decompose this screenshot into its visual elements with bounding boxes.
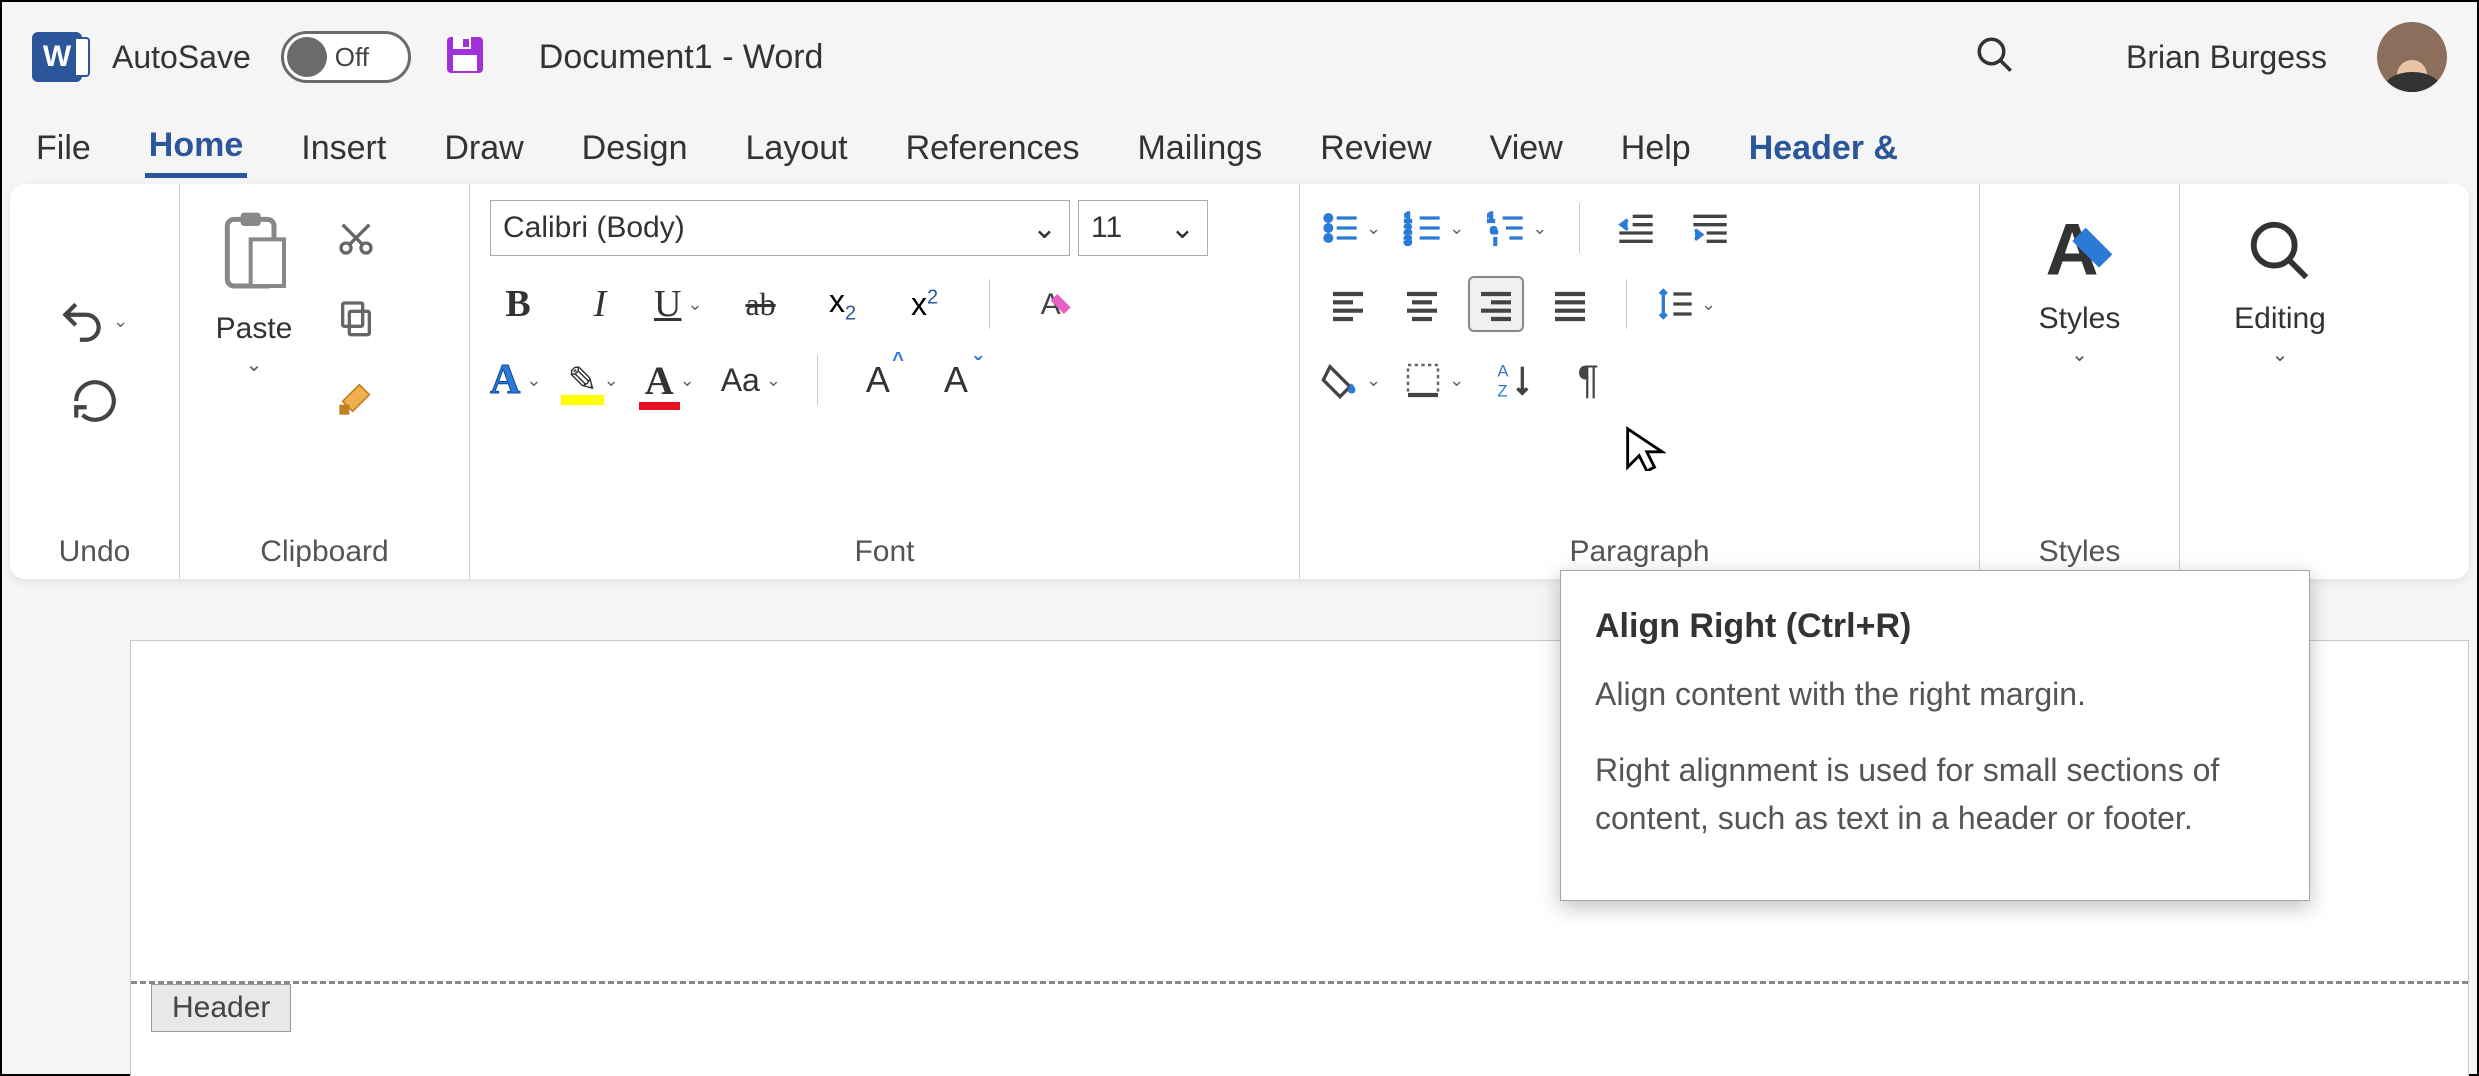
mouse-cursor-icon [1620,425,1666,476]
tab-layout[interactable]: Layout [742,121,852,176]
format-painter-button[interactable] [328,370,384,426]
tooltip-line1: Align content with the right margin. [1595,670,2275,718]
subscript-button[interactable]: x2 [815,276,871,332]
font-name-value: Calibri (Body) [503,211,685,245]
italic-button[interactable]: I [572,276,628,332]
cut-button[interactable] [328,210,384,266]
copy-button[interactable] [328,290,384,346]
strikethrough-button[interactable]: ab [733,276,789,332]
group-undo-label: Undo [30,527,159,569]
paste-button[interactable]: Paste ⌄ [200,200,308,383]
app-icon-letter: W [43,40,71,74]
user-name[interactable]: Brian Burgess [2126,39,2327,76]
font-size-combo[interactable]: 11⌄ [1078,200,1208,256]
header-section-tab: Header [151,984,291,1032]
tab-insert[interactable]: Insert [297,121,390,176]
tab-help[interactable]: Help [1617,121,1695,176]
group-editing-spacer [2200,527,2360,569]
svg-text:1: 1 [1488,211,1494,224]
tooltip-title: Align Right (Ctrl+R) [1595,601,2275,652]
svg-text:A: A [1498,362,1510,381]
text-effects-button[interactable]: A⌄ [490,356,545,404]
group-clipboard: Paste ⌄ Clipboard [180,184,470,579]
group-font: Calibri (Body)⌄ 11⌄ B I U⌄ ab x2 x2 A A⌄… [470,184,1300,579]
editing-button[interactable]: Editing ⌄ [2220,200,2340,373]
svg-text:i: i [1495,237,1497,247]
styles-button[interactable]: A Styles ⌄ [2025,200,2135,373]
tab-header-footer[interactable]: Header & [1745,121,1902,176]
tab-review[interactable]: Review [1316,121,1435,176]
autosave-toggle[interactable]: Off [281,31,411,83]
tooltip: Align Right (Ctrl+R) Align content with … [1560,570,2310,901]
tab-view[interactable]: View [1486,121,1567,176]
superscript-button[interactable]: x2 [897,276,953,332]
group-editing: Editing ⌄ [2180,184,2380,579]
tab-mailings[interactable]: Mailings [1133,121,1266,176]
group-styles-label: Styles [2000,527,2159,569]
multilevel-list-button[interactable]: 1ai⌄ [1486,208,1551,248]
group-styles: A Styles ⌄ Styles [1980,184,2180,579]
title-bar: W AutoSave Off Document1 - Word Brian Bu… [2,2,2477,112]
font-color-button[interactable]: A⌄ [645,357,699,404]
tooltip-line2: Right alignment is used for small sectio… [1595,746,2275,842]
autosave-label: AutoSave [112,39,251,76]
tab-draw[interactable]: Draw [440,121,527,176]
increase-indent-button[interactable] [1682,200,1738,256]
underline-button[interactable]: U⌄ [654,282,707,326]
user-avatar[interactable] [2377,22,2447,92]
undo-button[interactable]: ⌄ [57,296,132,346]
numbering-button[interactable]: 123⌄ [1403,208,1468,248]
decrease-indent-button[interactable] [1608,200,1664,256]
group-font-label: Font [490,527,1279,569]
change-case-button[interactable]: Aa⌄ [721,362,785,399]
header-boundary: Header [131,981,2468,984]
paste-label: Paste [216,312,293,346]
group-clipboard-label: Clipboard [200,527,449,569]
sort-button[interactable]: AZ [1486,352,1542,408]
search-button[interactable] [1974,34,2016,81]
app-icon: W [32,32,82,82]
document-title: Document1 - Word [539,38,824,77]
show-hide-button[interactable]: ¶ [1560,352,1616,408]
borders-button[interactable]: ⌄ [1403,360,1468,400]
tab-references[interactable]: References [902,121,1084,176]
ribbon-tabs: File Home Insert Draw Design Layout Refe… [2,112,2477,184]
svg-text:Z: Z [1498,382,1508,400]
svg-text:3: 3 [1405,235,1411,248]
font-size-value: 11 [1091,211,1122,245]
toggle-knob [287,37,327,77]
shading-button[interactable]: ⌄ [1320,360,1385,400]
autosave-state: Off [335,42,369,73]
bullets-button[interactable]: ⌄ [1320,208,1385,248]
align-center-button[interactable] [1394,276,1450,332]
styles-label: Styles [2039,302,2121,336]
tab-home[interactable]: Home [145,118,247,178]
justify-button[interactable] [1542,276,1598,332]
group-undo: ⌄ Undo [10,184,180,579]
redo-button[interactable] [70,376,120,431]
bold-button[interactable]: B [490,276,546,332]
svg-text:a: a [1491,225,1497,236]
line-spacing-button[interactable]: ⌄ [1655,284,1720,324]
editing-label: Editing [2234,302,2326,336]
highlight-button[interactable]: ✎⌄ [567,359,622,401]
clear-formatting-button[interactable]: A [1026,276,1082,332]
ribbon: ⌄ Undo Paste ⌄ Clipboard Ca [10,184,2469,579]
group-paragraph: ⌄ 123⌄ 1ai⌄ ⌄ ⌄ ⌄ AZ ¶ Parag [1300,184,1980,579]
grow-font-button[interactable]: A [850,352,906,408]
save-button[interactable] [441,31,489,84]
font-name-combo[interactable]: Calibri (Body)⌄ [490,200,1070,256]
align-left-button[interactable] [1320,276,1376,332]
tab-design[interactable]: Design [578,121,692,176]
tab-file[interactable]: File [32,121,95,176]
shrink-font-button[interactable]: A [928,352,984,408]
group-paragraph-label: Paragraph [1320,527,1959,569]
align-right-button[interactable] [1468,276,1524,332]
